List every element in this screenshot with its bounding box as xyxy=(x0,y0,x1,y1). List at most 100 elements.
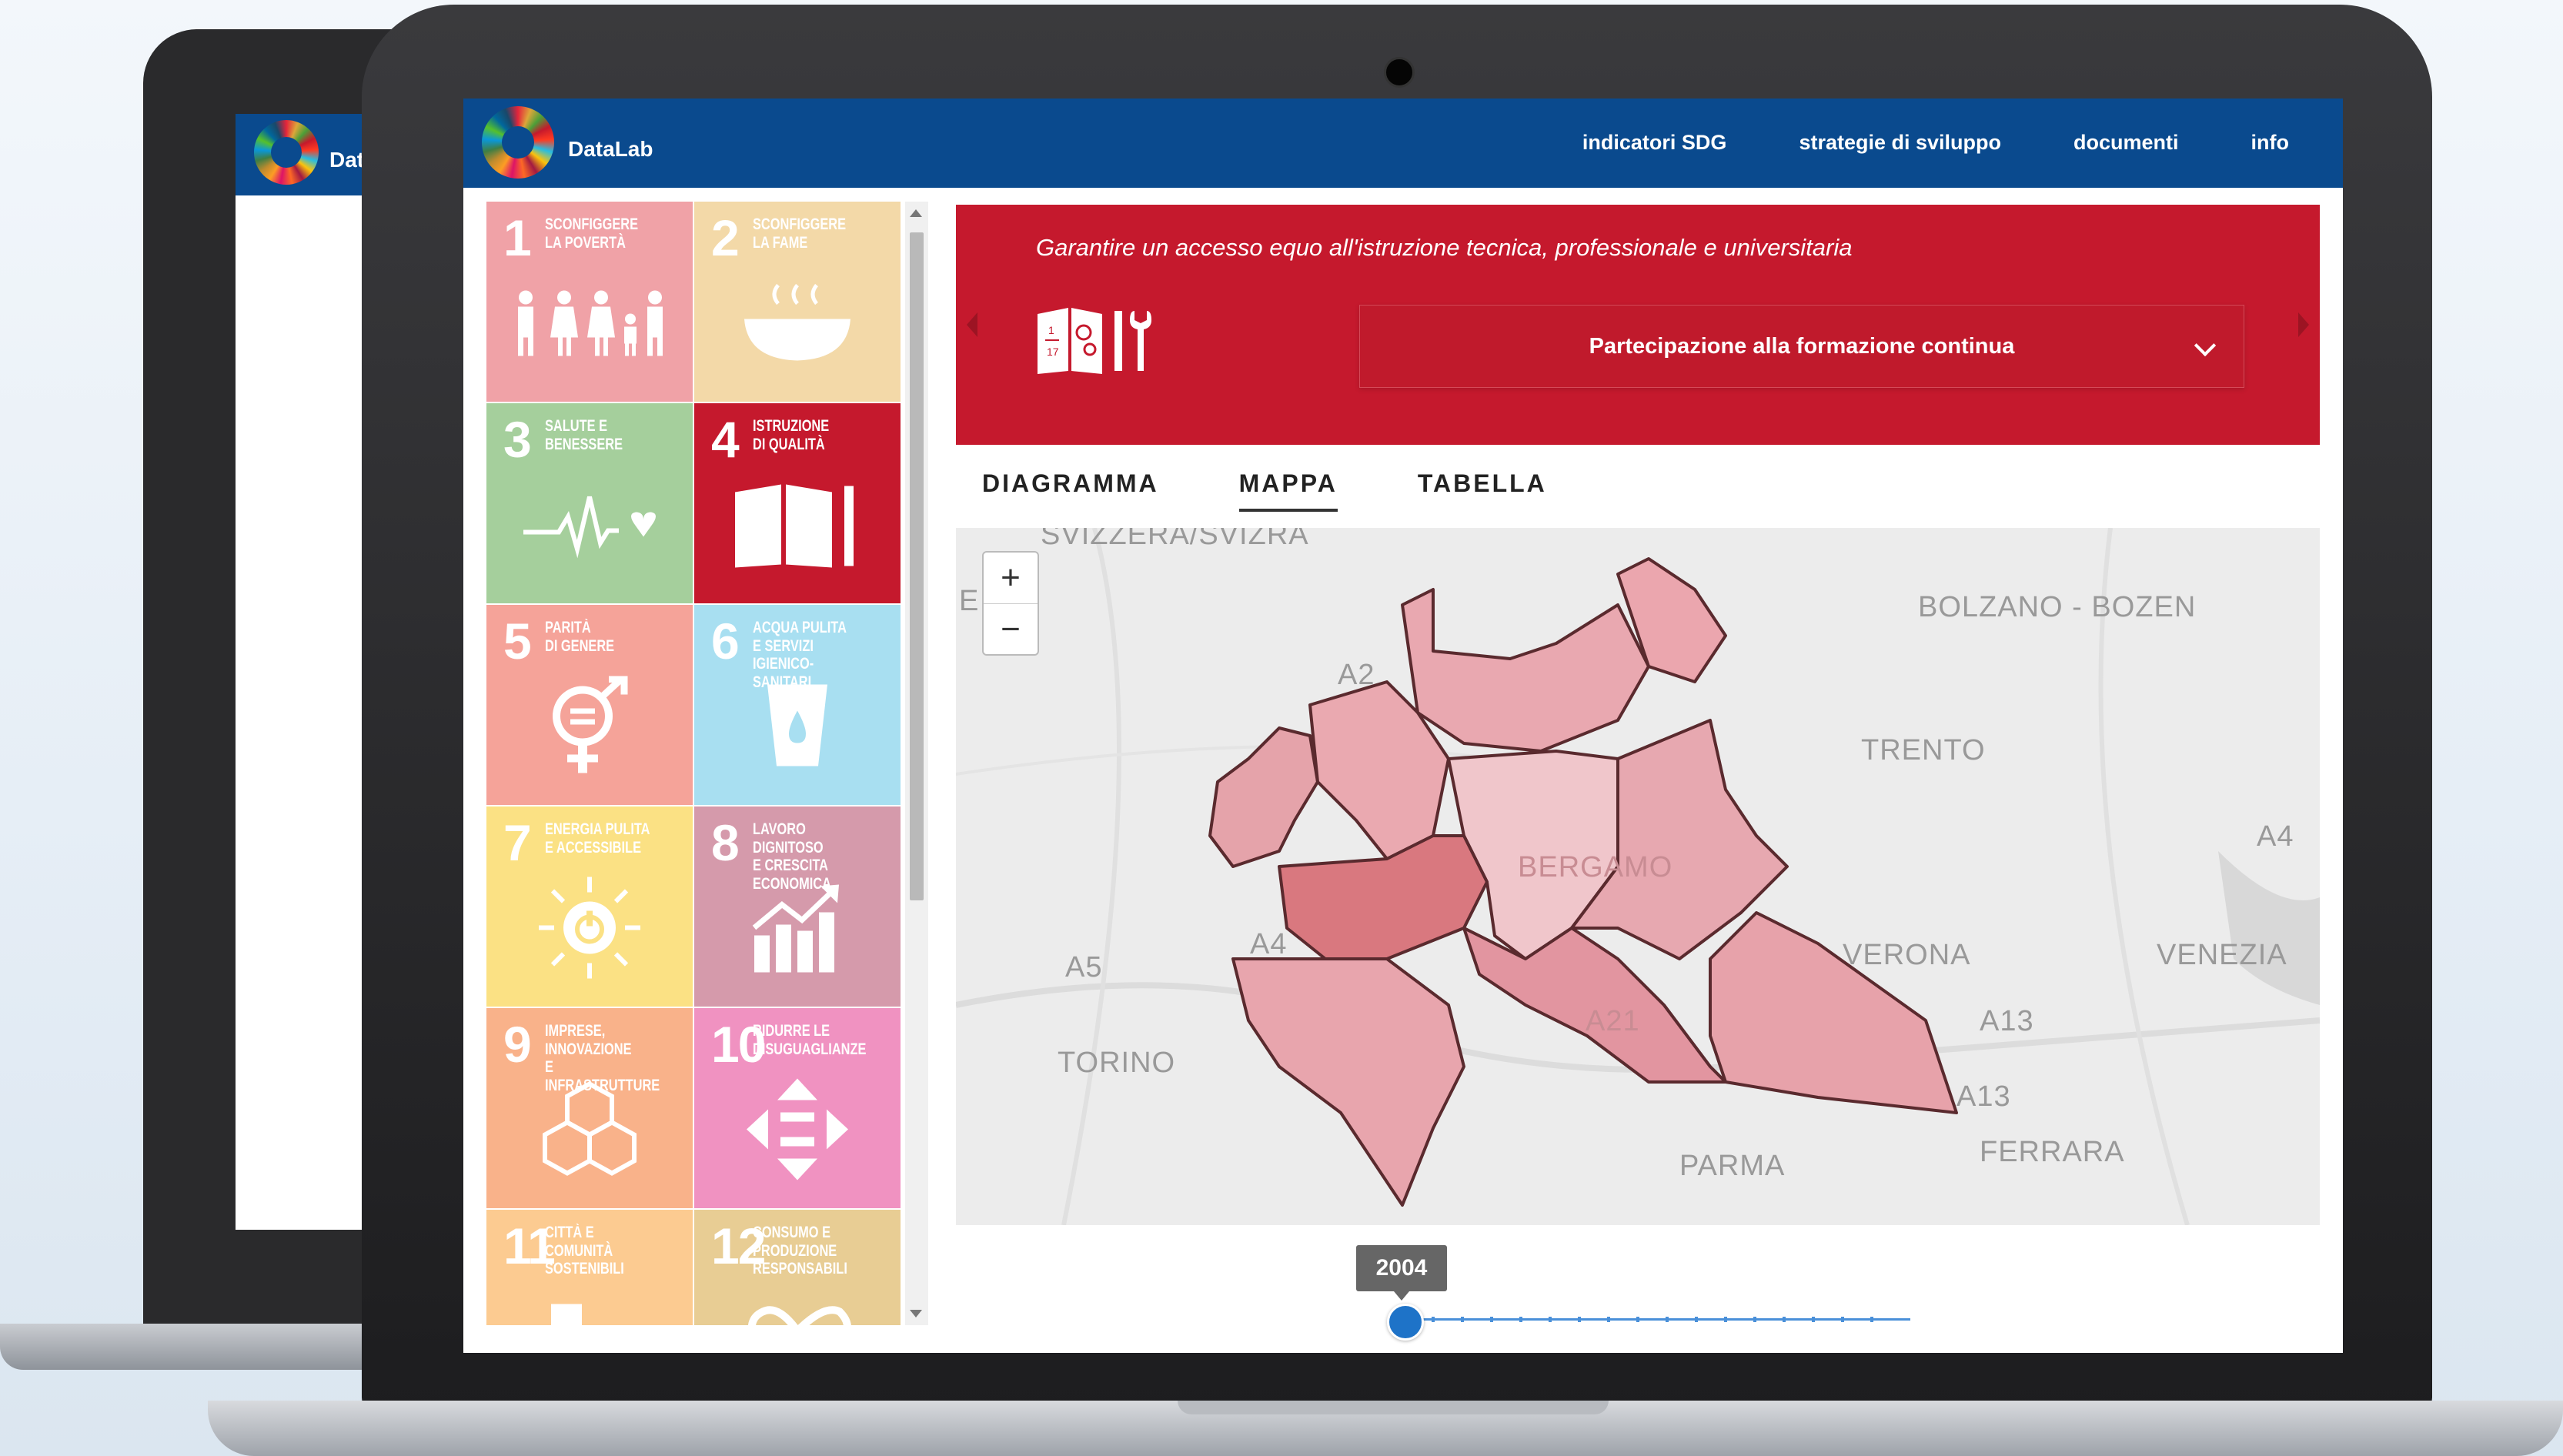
prev-target-icon[interactable] xyxy=(967,312,977,337)
map-label: A4 xyxy=(2257,820,2294,853)
sdg-goal-list: 1 SCONFIGGERE LA POVERTÀ 2 SCONFIGGERE LA F… xyxy=(486,202,902,1325)
year-slider-tick[interactable] xyxy=(1753,1317,1756,1322)
sdg-goal-label: CONSUMO E PRODUZIONE RESPONSABILI xyxy=(753,1224,847,1278)
svg-text:17: 17 xyxy=(1047,346,1059,358)
top-navbar: DataLab indicatori SDG strategie di svil… xyxy=(463,99,2343,188)
year-slider-tick[interactable] xyxy=(1812,1317,1815,1322)
sdg-goal-7-tile[interactable]: 7 ENERGIA PULITA E ACCESSIBILE xyxy=(486,806,693,1007)
target-description: Garantire un accesso equo all'istruzione… xyxy=(1036,234,1853,261)
indicator-dropdown[interactable]: Partecipazione alla formazione continua xyxy=(1359,305,2244,388)
menu-documenti[interactable]: documenti xyxy=(2073,131,2179,155)
year-slider-tick[interactable] xyxy=(1607,1317,1610,1322)
year-slider-tick[interactable] xyxy=(1461,1317,1464,1322)
sdg-goal-number: 2 xyxy=(711,209,740,266)
choropleth-map[interactable]: + − SVIZZERA/SVIZRA BOLZANO - BOZEN TREN… xyxy=(956,528,2320,1225)
app-screen: DataLab indicatori SDG strategie di svil… xyxy=(463,99,2343,1353)
sdg-goal-4-tile[interactable]: 4 ISTRUZIONE DI QUALITÀ xyxy=(694,403,901,603)
sdg-goal-number: 3 xyxy=(503,411,532,468)
bowl-icon xyxy=(740,281,855,369)
year-slider-tick[interactable] xyxy=(1549,1317,1552,1322)
zoom-control: + − xyxy=(982,551,1039,656)
menu-info[interactable]: info xyxy=(2251,131,2289,155)
scroll-down-icon[interactable] xyxy=(910,1310,922,1317)
sdg-goal-6-tile[interactable]: 6 ACQUA PULITA E SERVIZI IGIENICO-SANITAR… xyxy=(694,605,901,805)
equality-icon xyxy=(744,1076,851,1187)
sdg-goal-label: SCONFIGGERE LA POVERTÀ xyxy=(545,215,639,252)
gender-icon xyxy=(547,676,632,780)
year-slider-tick[interactable] xyxy=(1666,1317,1669,1322)
map-label: E xyxy=(959,585,980,617)
zoom-out-button[interactable]: − xyxy=(984,604,1038,655)
sdg-goal-12-tile[interactable]: 12 CONSUMO E PRODUZIONE RESPONSABILI xyxy=(694,1210,901,1325)
next-target-icon[interactable] xyxy=(2298,312,2309,337)
year-slider-tick[interactable] xyxy=(1519,1317,1522,1322)
menu-indicatori-sdg[interactable]: indicatori SDG xyxy=(1582,131,1727,155)
sdg-goal-number: 9 xyxy=(503,1016,532,1073)
tab-diagramma[interactable]: DIAGRAMMA xyxy=(982,469,1159,512)
year-slider-tick[interactable] xyxy=(1841,1317,1844,1322)
scroll-thumb[interactable] xyxy=(910,232,924,900)
map-label: A21 xyxy=(1586,1005,1640,1037)
sdg-goal-10-tile[interactable]: 10 RIDURRE LE DISUGUAGLIANZE xyxy=(694,1008,901,1208)
scroll-up-icon[interactable] xyxy=(910,209,922,217)
sdg-goal-8-tile[interactable]: 8 LAVORO DIGNITOSO E CRESCITA ECONOMICA xyxy=(694,806,901,1007)
sdg-goal-3-tile[interactable]: 3 SALUTE E BENESSERE xyxy=(486,403,693,603)
map-label: PARMA xyxy=(1679,1150,1786,1182)
sdg-goal-number: 6 xyxy=(711,613,740,670)
sdg-goal-label: SCONFIGGERE LA FAME xyxy=(753,215,847,252)
sdg-goal-number: 5 xyxy=(503,613,532,670)
main-menu: indicatori SDG strategie di sviluppo doc… xyxy=(1582,131,2289,155)
book-pen-icon xyxy=(732,479,863,575)
indicator-selected-value: Partecipazione alla formazione continua xyxy=(1589,333,2015,359)
sdg-goal-label: CITTÀ E COMUNITÀ SOSTENIBILI xyxy=(545,1224,624,1278)
sdg-goal-number: 7 xyxy=(503,814,532,871)
sdg-goal-1-tile[interactable]: 1 SCONFIGGERE LA POVERTÀ xyxy=(486,202,693,402)
sdg-goal-9-tile[interactable]: 9 IMPRESE, INNOVAZIONE E INFRASTRUTTURE xyxy=(486,1008,693,1208)
sdg-goal-label: RIDURRE LE DISUGUAGLIANZE xyxy=(753,1022,867,1058)
year-slider-tick[interactable] xyxy=(1578,1317,1581,1322)
sun-power-icon xyxy=(536,874,643,986)
sdg-goal-label: SALUTE E BENESSERE xyxy=(545,417,623,453)
map-label: VERONA xyxy=(1843,939,1971,971)
map-label: A2 xyxy=(1338,659,1375,691)
sidebar-scrollbar[interactable] xyxy=(905,202,928,1325)
camera-icon xyxy=(1384,57,1415,88)
sdg-goal-number: 1 xyxy=(503,209,532,266)
menu-strategie-di-sviluppo[interactable]: strategie di sviluppo xyxy=(1799,131,2001,155)
sdg-goal-5-tile[interactable]: 5 PARITÀ DI GENERE xyxy=(486,605,693,805)
zoom-in-button[interactable]: + xyxy=(984,553,1038,604)
year-slider-tick[interactable] xyxy=(1695,1317,1698,1322)
family-icon xyxy=(509,289,670,362)
year-slider-track[interactable] xyxy=(1402,1317,1910,1322)
sdg-goal-11-tile[interactable]: 11 CITTÀ E COMUNITÀ SOSTENIBILI xyxy=(486,1210,693,1325)
brand-name[interactable]: DataLab xyxy=(568,137,653,162)
sdg-goal-label: ENERGIA PULITA E ACCESSIBILE xyxy=(545,820,650,857)
sdg-goal-label: PARITÀ DI GENERE xyxy=(545,619,615,655)
map-label: A4 xyxy=(1250,928,1288,960)
tab-tabella[interactable]: TABELLA xyxy=(1418,469,1547,512)
year-slider-tick[interactable] xyxy=(1432,1317,1435,1322)
map-label: A5 xyxy=(1065,951,1103,983)
year-slider-handle[interactable] xyxy=(1387,1304,1424,1341)
background-logo-icon xyxy=(254,120,319,185)
sdg-goal-2-tile[interactable]: 2 SCONFIGGERE LA FAME xyxy=(694,202,901,402)
map-label: TRENTO xyxy=(1861,734,1986,766)
sdg-goal-label: ISTRUZIONE DI QUALITÀ xyxy=(753,417,830,453)
map-label: BERGAMO xyxy=(1518,851,1673,883)
sdg-wheel-logo-icon[interactable] xyxy=(482,106,554,179)
year-slider-tick[interactable] xyxy=(1783,1317,1786,1322)
year-slider-tick[interactable] xyxy=(1636,1317,1639,1322)
growth-chart-icon xyxy=(751,882,844,978)
tab-mappa[interactable]: MAPPA xyxy=(1238,469,1338,512)
sdg-goal-number: 8 xyxy=(711,814,740,871)
map-label: VENEZIA xyxy=(2157,939,2287,971)
year-slider-tick[interactable] xyxy=(1724,1317,1727,1322)
map-label: A13 xyxy=(1980,1005,2034,1037)
map-label: TORINO xyxy=(1058,1047,1176,1079)
goal-target-banner: Garantire un accesso equo all'istruzione… xyxy=(956,205,2320,445)
laptop-notch xyxy=(1178,1401,1609,1414)
book-pen-icon: 1 17 xyxy=(1034,303,1165,381)
year-slider-tick[interactable] xyxy=(1870,1317,1873,1322)
year-slider-tick[interactable] xyxy=(1490,1317,1493,1322)
year-tooltip: 2004 xyxy=(1356,1245,1447,1301)
